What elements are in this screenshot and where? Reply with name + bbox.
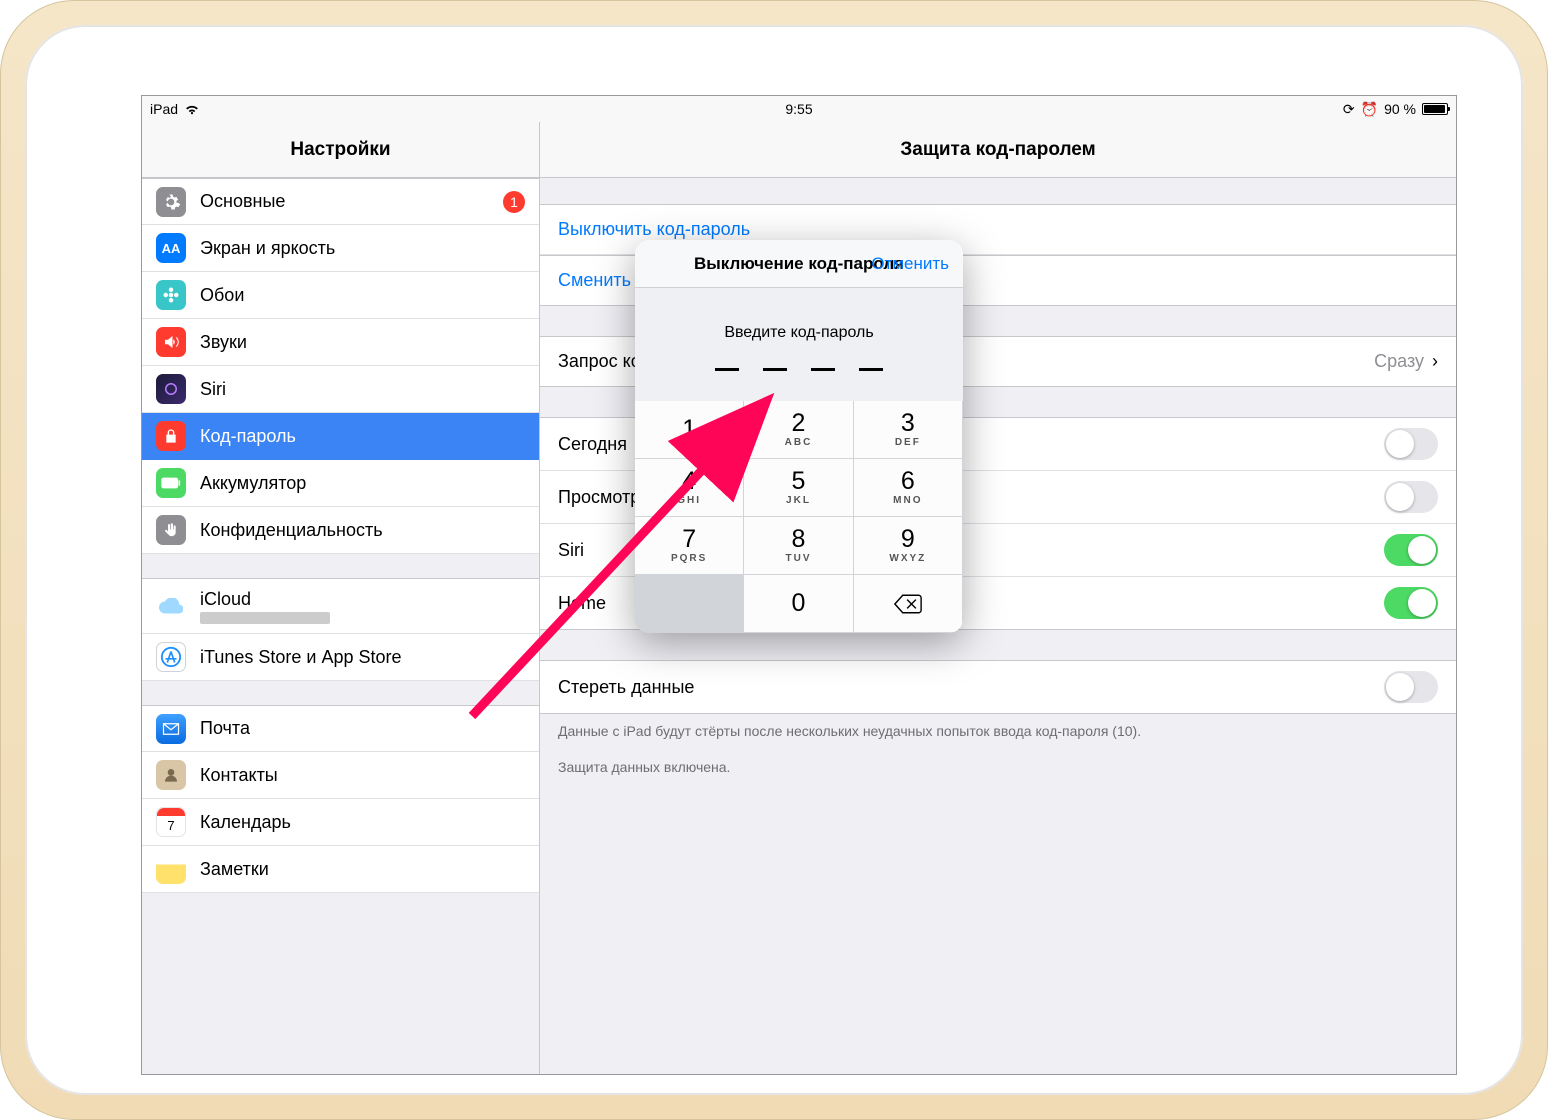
hand-icon	[156, 515, 186, 545]
passcode-dash	[859, 368, 883, 371]
key-5[interactable]: 5JKL	[744, 459, 853, 517]
sidebar-item-label: Аккумулятор	[200, 473, 306, 494]
sidebar-item-notes[interactable]: Заметки	[142, 846, 539, 893]
sidebar-item-sounds[interactable]: Звуки	[142, 319, 539, 366]
notes-icon	[156, 854, 186, 884]
flower-icon	[156, 280, 186, 310]
icloud-icon	[156, 591, 186, 621]
passcode-popover: Выключение код-пароля Отменить Введите к…	[635, 240, 963, 633]
sidebar-item-battery[interactable]: Аккумулятор	[142, 460, 539, 507]
backspace-icon	[894, 594, 922, 614]
key-6[interactable]: 6MNO	[854, 459, 963, 517]
battery-percent: 90 %	[1384, 101, 1416, 117]
text-size-icon: AA	[156, 233, 186, 263]
device-label: iPad	[150, 101, 178, 117]
cancel-button[interactable]: Отменить	[871, 254, 949, 274]
passcode-dash	[763, 368, 787, 371]
sidebar-item-label: Звуки	[200, 332, 247, 353]
status-bar: iPad 9:55 ⟳ ⏰ 90 %	[142, 96, 1456, 122]
enter-passcode-prompt: Введите код-пароль	[635, 324, 963, 342]
passcode-dash	[715, 368, 739, 371]
orientation-lock-icon: ⟳	[1343, 101, 1355, 118]
sidebar-item-label: Контакты	[200, 765, 278, 786]
toggle-label: Сегодня	[558, 434, 627, 455]
speaker-icon	[156, 327, 186, 357]
sidebar-item-wallpaper[interactable]: Обои	[142, 272, 539, 319]
battery-menu-icon	[156, 468, 186, 498]
sidebar-list[interactable]: Основные 1 AA Экран и яркость Обои	[142, 178, 539, 1074]
sidebar-item-calendar[interactable]: 7 Календарь	[142, 799, 539, 846]
envelope-icon	[156, 714, 186, 744]
sidebar-item-label: Конфиденциальность	[200, 520, 383, 541]
sidebar-item-itunes[interactable]: iTunes Store и App Store	[142, 634, 539, 681]
sidebar-item-label: iTunes Store и App Store	[200, 647, 402, 668]
toggle-erase[interactable]: Стереть данные	[540, 660, 1456, 714]
sidebar-item-mail[interactable]: Почта	[142, 705, 539, 752]
sidebar-title: Настройки	[142, 122, 539, 178]
toggle-label: Siri	[558, 540, 584, 561]
passcode-field[interactable]	[635, 368, 963, 371]
require-passcode-value: Сразу	[1374, 351, 1424, 372]
key-backspace[interactable]	[854, 575, 963, 633]
switch[interactable]	[1384, 481, 1438, 513]
sidebar-item-passcode[interactable]: Код-пароль	[142, 413, 539, 460]
sidebar-item-label: Экран и яркость	[200, 238, 335, 259]
sidebar-item-icloud[interactable]: iCloud	[142, 578, 539, 634]
sidebar-item-label: iCloud	[200, 589, 330, 610]
ipad-device-frame: iPad 9:55 ⟳ ⏰ 90 % Настройки	[0, 0, 1548, 1120]
protection-note: Защита данных включена.	[540, 750, 1456, 786]
update-badge: 1	[503, 191, 525, 213]
numeric-keypad: 1 2ABC 3DEF 4GHI 5JKL 6MNO 7PQRS 8TUV 9W…	[635, 401, 963, 633]
switch[interactable]	[1384, 428, 1438, 460]
key-1[interactable]: 1	[635, 401, 744, 459]
alarm-icon: ⏰	[1361, 101, 1378, 118]
lock-icon	[156, 421, 186, 451]
siri-icon	[156, 374, 186, 404]
battery-icon	[1422, 103, 1448, 115]
sidebar-item-display[interactable]: AA Экран и яркость	[142, 225, 539, 272]
key-4[interactable]: 4GHI	[635, 459, 744, 517]
sidebar-item-label: Siri	[200, 379, 226, 400]
sidebar-item-label: Почта	[200, 718, 250, 739]
app-store-icon	[156, 642, 186, 672]
icloud-account	[200, 612, 330, 624]
screen: iPad 9:55 ⟳ ⏰ 90 % Настройки	[141, 95, 1457, 1075]
gear-icon	[156, 187, 186, 217]
settings-sidebar: Настройки Основные 1 AA Экран и яркость	[142, 122, 540, 1074]
sidebar-item-label: Заметки	[200, 859, 269, 880]
sidebar-item-general[interactable]: Основные 1	[142, 178, 539, 225]
wifi-icon	[184, 103, 200, 115]
calendar-icon: 7	[156, 807, 186, 837]
sidebar-item-label: Основные	[200, 191, 285, 212]
person-icon	[156, 760, 186, 790]
clock: 9:55	[785, 101, 812, 117]
key-7[interactable]: 7PQRS	[635, 517, 744, 575]
sidebar-item-label: Календарь	[200, 812, 291, 833]
key-blank	[635, 575, 744, 633]
key-2[interactable]: 2ABC	[744, 401, 853, 459]
passcode-dash	[811, 368, 835, 371]
sidebar-item-label: Обои	[200, 285, 244, 306]
sidebar-item-contacts[interactable]: Контакты	[142, 752, 539, 799]
key-3[interactable]: 3DEF	[854, 401, 963, 459]
switch[interactable]	[1384, 534, 1438, 566]
sidebar-item-privacy[interactable]: Конфиденциальность	[142, 507, 539, 554]
key-9[interactable]: 9WXYZ	[854, 517, 963, 575]
chevron-right-icon: ›	[1432, 351, 1438, 372]
sidebar-item-siri[interactable]: Siri	[142, 366, 539, 413]
key-0[interactable]: 0	[744, 575, 853, 633]
toggle-label: Стереть данные	[558, 677, 694, 698]
bezel: iPad 9:55 ⟳ ⏰ 90 % Настройки	[25, 25, 1523, 1095]
erase-note: Данные с iPad будут стёрты после несколь…	[540, 714, 1456, 750]
switch[interactable]	[1384, 587, 1438, 619]
sidebar-item-label: Код-пароль	[200, 426, 296, 447]
key-8[interactable]: 8TUV	[744, 517, 853, 575]
detail-title: Защита код-паролем	[540, 122, 1456, 178]
switch[interactable]	[1384, 671, 1438, 703]
toggle-label: Home	[558, 593, 606, 614]
